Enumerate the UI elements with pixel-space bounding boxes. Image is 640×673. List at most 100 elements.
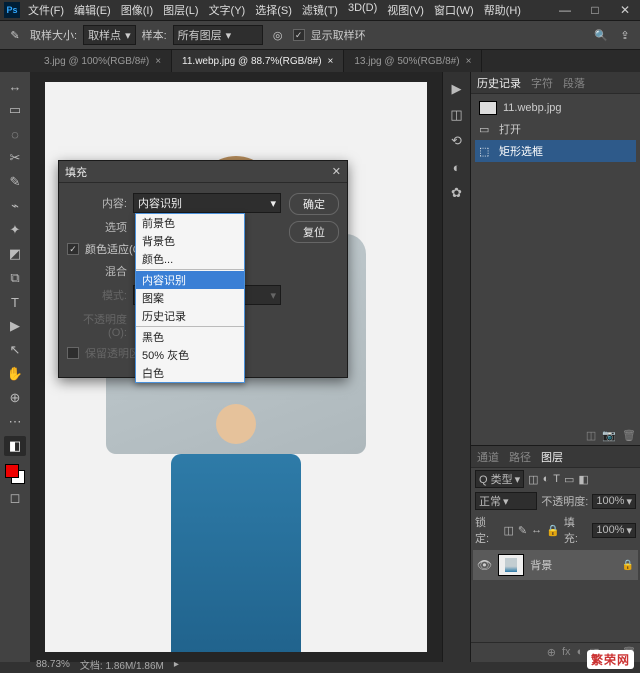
quickmask-tool[interactable]: ◻ <box>4 488 26 508</box>
eyedropper-tool[interactable]: ◧ <box>4 436 26 456</box>
visibility-icon[interactable]: 👁 <box>477 558 492 572</box>
filter-smart-icon[interactable]: ◧ <box>578 473 588 486</box>
tab-doc-2[interactable]: 11.webp.jpg @ 88.7%(RGB/8#)× <box>172 50 344 72</box>
content-dropdown[interactable]: 内容识别▾ <box>133 193 281 213</box>
foreground-color[interactable] <box>5 464 19 478</box>
fx-icon[interactable]: fx <box>562 646 571 659</box>
lasso-tool[interactable]: ◌ <box>4 124 26 144</box>
show-ring-checkbox[interactable]: ✓ <box>293 29 305 41</box>
dd-history[interactable]: 历史记录 <box>136 307 244 325</box>
zoom-tool[interactable]: ⊕ <box>4 388 26 408</box>
menu-select[interactable]: 选择(S) <box>255 2 292 18</box>
zoom-level[interactable]: 88.73% <box>36 659 70 670</box>
close-icon[interactable]: × <box>466 56 472 67</box>
close-icon[interactable]: × <box>328 56 334 67</box>
dd-background[interactable]: 背景色 <box>136 232 244 250</box>
menu-edit[interactable]: 编辑(E) <box>74 2 111 18</box>
eyedropper-icon[interactable]: ✎ <box>6 26 24 44</box>
direct-select-tool[interactable]: ↖ <box>4 340 26 360</box>
filter-adjust-icon[interactable]: ◐ <box>543 473 550 485</box>
history-item-marquee[interactable]: ⬚矩形选框 <box>475 140 636 162</box>
doc-size[interactable]: 文档: 1.86M/1.86M <box>80 657 164 672</box>
link-icon[interactable]: ⊕ <box>547 646 556 659</box>
ok-button[interactable]: 确定 <box>289 193 339 215</box>
type-tool[interactable]: T <box>4 292 26 312</box>
show-ring-label: 显示取样环 <box>311 27 366 43</box>
minimize-button[interactable]: — <box>550 0 580 20</box>
menu-help[interactable]: 帮助(H) <box>484 2 521 18</box>
lock-all-icon[interactable]: 🔒 <box>546 524 560 537</box>
library-icon[interactable]: ✿ <box>448 184 466 202</box>
color-swatch[interactable] <box>5 464 25 484</box>
dd-gray[interactable]: 50% 灰色 <box>136 346 244 364</box>
close-icon[interactable]: ✕ <box>332 165 341 178</box>
lock-trans-icon[interactable]: ◫ <box>504 524 514 537</box>
stamp-tool[interactable]: ✦ <box>4 220 26 240</box>
dd-foreground[interactable]: 前景色 <box>136 214 244 232</box>
menu-type[interactable]: 文字(Y) <box>209 2 246 18</box>
search-icon[interactable]: 🔍 <box>592 26 610 44</box>
gradient-tool[interactable]: ◩ <box>4 244 26 264</box>
trash-icon[interactable]: 🗑 <box>622 429 636 442</box>
color-adapt-checkbox[interactable]: ✓ <box>67 243 79 255</box>
history-icon[interactable]: ⟲ <box>448 132 466 150</box>
expand-icon[interactable]: ▶ <box>448 80 466 98</box>
dd-color[interactable]: 颜色... <box>136 250 244 268</box>
dd-black[interactable]: 黑色 <box>136 328 244 346</box>
close-button[interactable]: ✕ <box>610 0 640 20</box>
share-icon[interactable]: ⇪ <box>616 26 634 44</box>
dd-white[interactable]: 白色 <box>136 364 244 382</box>
lock-pos-icon[interactable]: ↔ <box>531 524 542 536</box>
more-tool[interactable]: ⋯ <box>4 412 26 432</box>
mask-icon[interactable]: ◐ <box>577 646 584 659</box>
panel-icon[interactable]: ◫ <box>448 106 466 124</box>
reset-button[interactable]: 复位 <box>289 221 339 243</box>
hand-tool[interactable]: ✋ <box>4 364 26 384</box>
dialog-header[interactable]: 填充 ✕ <box>59 161 347 183</box>
maximize-button[interactable]: □ <box>580 0 610 20</box>
opacity-field[interactable]: 100%▾ <box>592 494 636 509</box>
heal-tool[interactable]: ⌁ <box>4 196 26 216</box>
brush-tool[interactable]: ✎ <box>4 172 26 192</box>
layer-kind-filter[interactable]: Q 类型▾ <box>475 470 524 488</box>
crop-tool[interactable]: ✂ <box>4 148 26 168</box>
filter-type-icon[interactable]: T <box>553 473 560 485</box>
dd-pattern[interactable]: 图案 <box>136 289 244 307</box>
layer-row-background[interactable]: 👁 背景 🔒 <box>473 550 638 580</box>
tab-character[interactable]: 字符 <box>531 75 553 91</box>
menu-file[interactable]: 文件(F) <box>28 2 64 18</box>
menu-view[interactable]: 视图(V) <box>387 2 424 18</box>
tab-doc-3[interactable]: 13.jpg @ 50%(RGB/8#)× <box>344 50 482 72</box>
sample-icon[interactable]: ◎ <box>269 26 287 44</box>
dodge-tool[interactable]: ⧉ <box>4 268 26 288</box>
camera-icon[interactable]: 📷 <box>602 429 616 442</box>
history-item-open[interactable]: ▭打开 <box>475 118 636 140</box>
tab-history[interactable]: 历史记录 <box>477 75 521 91</box>
sample-dropdown[interactable]: 所有图层▾ <box>173 25 263 45</box>
move-tool[interactable]: ↔ <box>4 76 26 96</box>
tab-doc-1[interactable]: 3.jpg @ 100%(RGB/8#)× <box>34 50 172 72</box>
tab-layers[interactable]: 图层 <box>541 449 563 465</box>
marquee-tool[interactable]: ▭ <box>4 100 26 120</box>
history-snapshot[interactable]: 11.webp.jpg <box>475 98 636 118</box>
filter-shape-icon[interactable]: ▭ <box>564 473 574 486</box>
adjust-icon[interactable]: ◐ <box>448 158 466 176</box>
sample-size-dropdown[interactable]: 取样点▾ <box>83 25 136 45</box>
tab-paragraph[interactable]: 段落 <box>563 75 585 91</box>
menu-window[interactable]: 窗口(W) <box>434 2 474 18</box>
blend-mode-dropdown[interactable]: 正常▾ <box>475 492 537 510</box>
menu-3d[interactable]: 3D(D) <box>348 2 377 18</box>
menu-image[interactable]: 图像(I) <box>121 2 153 18</box>
lock-paint-icon[interactable]: ✎ <box>518 524 527 537</box>
dd-content-aware[interactable]: 内容识别 <box>136 271 244 289</box>
preserve-trans-checkbox <box>67 347 79 359</box>
fill-field[interactable]: 100%▾ <box>592 523 636 538</box>
tab-paths[interactable]: 路径 <box>509 449 531 465</box>
filter-image-icon[interactable]: ◫ <box>528 473 538 486</box>
menu-filter[interactable]: 滤镜(T) <box>302 2 338 18</box>
tab-channels[interactable]: 通道 <box>477 449 499 465</box>
new-snapshot-icon[interactable]: ◫ <box>586 429 596 442</box>
path-tool[interactable]: ▶ <box>4 316 26 336</box>
close-icon[interactable]: × <box>155 56 161 67</box>
menu-layer[interactable]: 图层(L) <box>163 2 198 18</box>
